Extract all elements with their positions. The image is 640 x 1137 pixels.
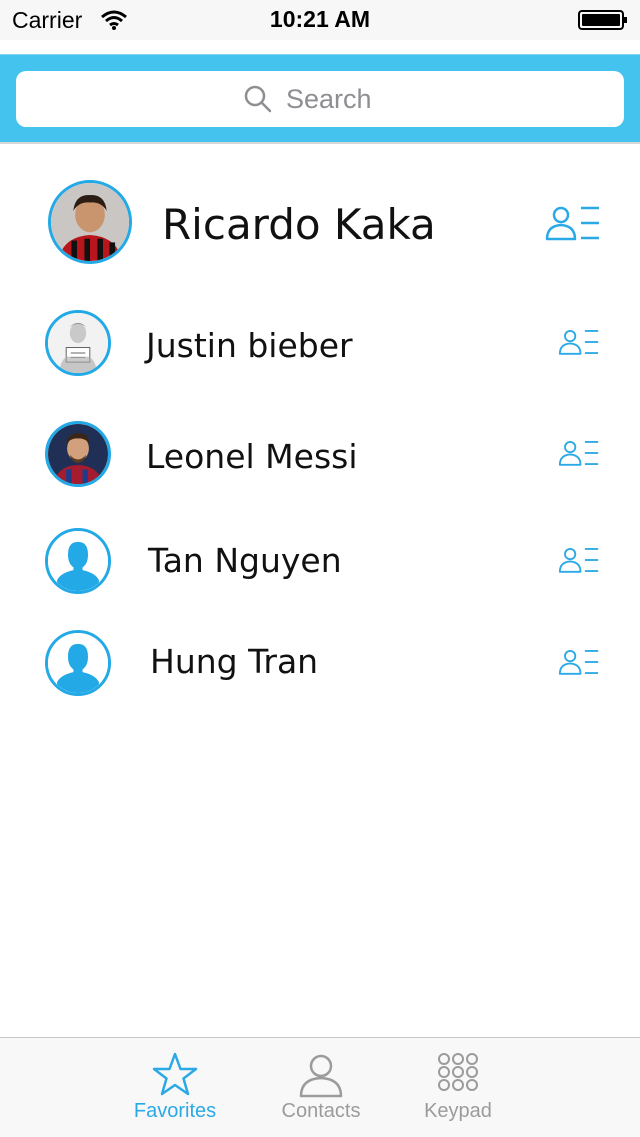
contact-details-icon[interactable] — [558, 439, 600, 467]
search-input[interactable] — [286, 83, 396, 115]
contact-row[interactable]: Leonel Messi — [0, 419, 640, 489]
avatar — [45, 310, 111, 376]
person-silhouette-icon — [48, 531, 108, 591]
search-icon — [244, 85, 272, 113]
avatar — [45, 421, 111, 487]
search-divider — [0, 142, 640, 144]
tab-keypad[interactable]: Keypad — [393, 1038, 523, 1137]
tab-contacts[interactable]: Contacts — [256, 1038, 386, 1137]
contact-row[interactable]: Tan Nguyen — [0, 526, 640, 596]
featured-contact-row[interactable]: Ricardo Kaka — [0, 178, 640, 268]
status-time: 10:21 AM — [269, 6, 371, 32]
avatar-placeholder — [45, 630, 111, 696]
contact-name: Justin bieber — [146, 326, 353, 365]
contact-row[interactable]: Hung Tran — [0, 628, 640, 698]
battery-icon — [578, 10, 627, 30]
contact-details-icon[interactable] — [545, 204, 601, 242]
avatar-placeholder — [45, 528, 111, 594]
tab-label: Keypad — [424, 1100, 492, 1122]
contact-name: Hung Tran — [150, 642, 319, 681]
tab-favorites[interactable]: Favorites — [110, 1038, 240, 1137]
contact-name: Tan Nguyen — [148, 541, 342, 580]
star-icon — [152, 1052, 198, 1096]
contact-details-icon[interactable] — [558, 328, 600, 356]
search-field[interactable] — [16, 71, 624, 127]
contact-name: Leonel Messi — [146, 437, 358, 476]
search-bar — [0, 54, 640, 142]
tab-label: Favorites — [133, 1100, 217, 1122]
contact-row[interactable]: Justin bieber — [0, 308, 640, 378]
status-bar: Carrier 10:21 AM — [0, 0, 640, 40]
contact-name: Ricardo Kaka — [162, 200, 436, 249]
person-silhouette-icon — [48, 633, 108, 693]
avatar — [48, 180, 132, 264]
tab-bar: Favorites Contacts Keypad — [0, 1037, 640, 1137]
tab-label: Contacts — [281, 1100, 361, 1122]
person-icon — [299, 1054, 343, 1098]
contact-details-icon[interactable] — [558, 546, 600, 574]
contact-details-icon[interactable] — [558, 648, 600, 676]
keypad-icon — [438, 1053, 478, 1091]
